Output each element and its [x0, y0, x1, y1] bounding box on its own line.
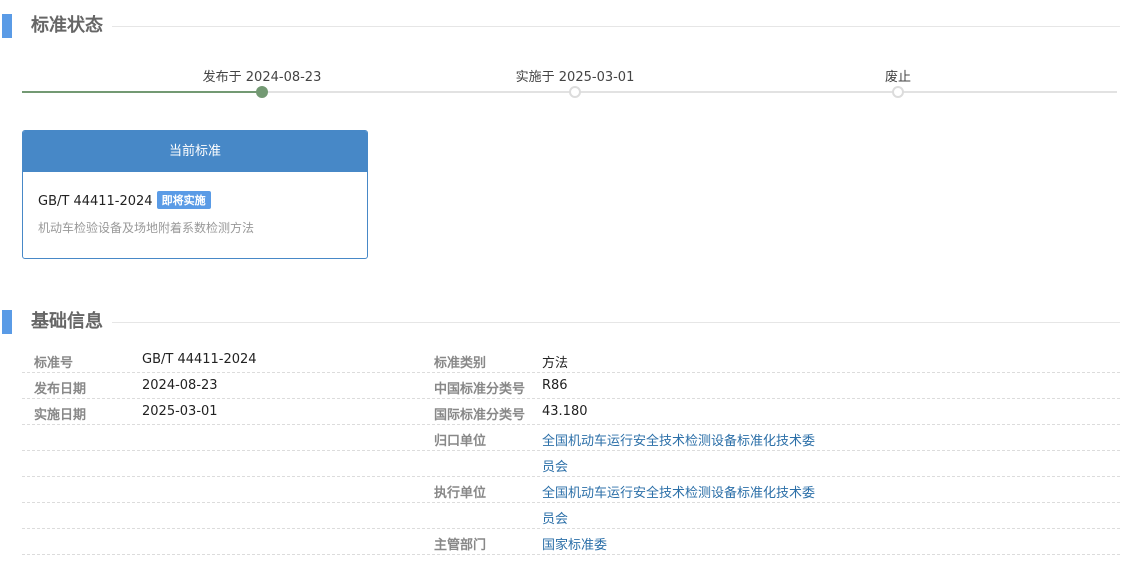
timeline-progress-done [22, 91, 262, 93]
info-label: 归口单位 [434, 434, 487, 449]
info-value: R86 [542, 378, 568, 393]
standard-code-line: GB/T 44411-2024 即将实施 [38, 191, 352, 209]
status-badge: 即将实施 [156, 191, 211, 209]
status-section-header: 标准状态 [0, 14, 1120, 40]
timeline-node-published [256, 86, 268, 98]
basic-section-title: 基础信息 [31, 311, 103, 332]
info-label: 发布日期 [34, 382, 87, 397]
info-row: 发布日期 2024-08-23 中国标准分类号 R86 [22, 373, 1120, 399]
standard-code: GB/T 44411-2024 [38, 194, 153, 209]
card-header: 当前标准 [23, 131, 367, 172]
info-value: 43.180 [542, 404, 588, 419]
info-label: 主管部门 [434, 538, 487, 553]
executing-unit-link-cont[interactable]: 员会 [542, 508, 568, 527]
section-divider [112, 26, 1120, 27]
info-row: 执行单位 全国机动车运行安全技术检测设备标准化技术委 [22, 477, 1120, 503]
responsible-unit-link-cont[interactable]: 员会 [542, 456, 568, 475]
info-value: 方法 [542, 356, 569, 371]
status-timeline: 发布于 2024-08-23 实施于 2025-03-01 废止 [22, 60, 1117, 105]
section-accent-bar [2, 310, 12, 334]
info-row: 员会 [22, 451, 1120, 477]
info-label: 执行单位 [434, 486, 487, 501]
timeline-node-implemented [569, 86, 581, 98]
current-standard-card[interactable]: 当前标准 GB/T 44411-2024 即将实施 机动车检验设备及场地附着系数检… [22, 130, 368, 259]
basic-section-header: 基础信息 [0, 310, 1120, 336]
info-row: 实施日期 2025-03-01 国际标准分类号 43.180 [22, 399, 1120, 425]
info-value: 2025-03-01 [142, 404, 218, 419]
timeline-label-published: 发布于 2024-08-23 [202, 70, 322, 85]
standard-name: 机动车检验设备及场地附着系数检测方法 [38, 221, 255, 235]
card-body: GB/T 44411-2024 即将实施 机动车检验设备及场地附着系数检测方法 [23, 172, 367, 236]
info-label: 国际标准分类号 [434, 408, 526, 423]
status-section-title: 标准状态 [31, 15, 103, 36]
timeline-progress-pending [262, 91, 1117, 93]
timeline-label-abolished: 废止 [884, 70, 912, 85]
responsible-unit-link[interactable]: 全国机动车运行安全技术检测设备标准化技术委 [542, 430, 815, 449]
info-label: 实施日期 [34, 408, 87, 423]
info-row: 主管部门 国家标准委 [22, 529, 1120, 555]
info-label: 标准号 [34, 356, 74, 371]
section-accent-bar [2, 14, 12, 38]
info-label: 标准类别 [434, 356, 487, 371]
competent-dept-link[interactable]: 国家标准委 [542, 534, 607, 553]
info-value: 2024-08-23 [142, 378, 218, 393]
info-label: 中国标准分类号 [434, 382, 526, 397]
basic-info-table: 标准号 GB/T 44411-2024 标准类别 方法 发布日期 2024-08… [22, 347, 1120, 555]
info-row: 归口单位 全国机动车运行安全技术检测设备标准化技术委 [22, 425, 1120, 451]
info-row: 标准号 GB/T 44411-2024 标准类别 方法 [22, 347, 1120, 373]
executing-unit-link[interactable]: 全国机动车运行安全技术检测设备标准化技术委 [542, 482, 815, 501]
timeline-label-implemented: 实施于 2025-03-01 [515, 70, 635, 85]
info-value: GB/T 44411-2024 [142, 352, 257, 367]
section-divider [112, 322, 1120, 323]
timeline-node-abolished [892, 86, 904, 98]
info-row: 员会 [22, 503, 1120, 529]
